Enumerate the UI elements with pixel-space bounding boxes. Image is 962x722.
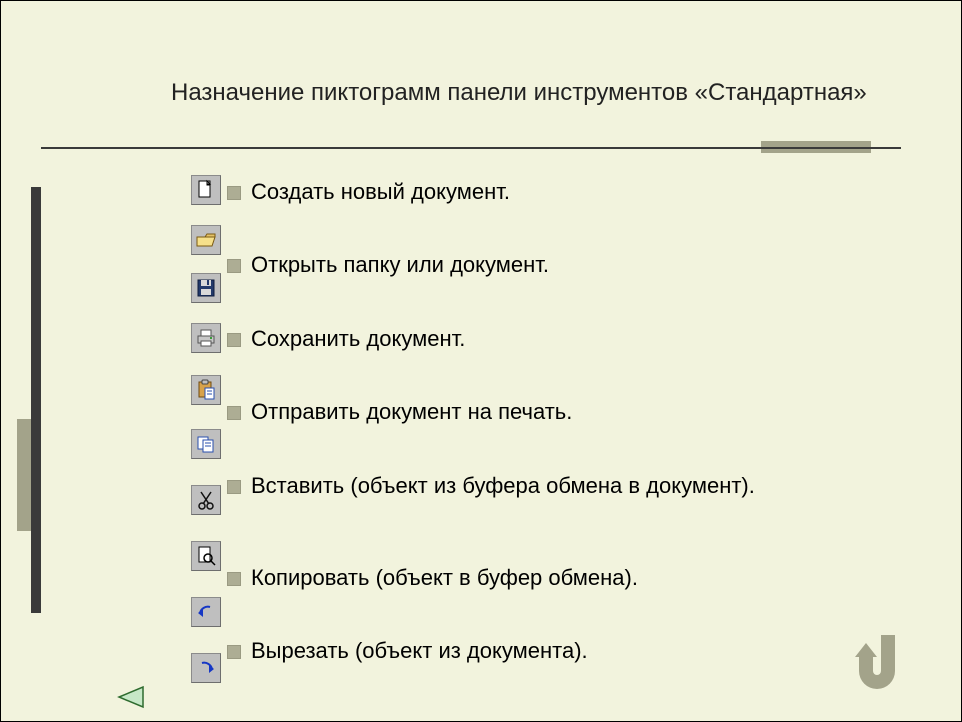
horizontal-rule (41, 147, 901, 149)
open-folder-icon (191, 225, 221, 255)
slide: Назначение пиктограмм панели инструменто… (0, 0, 962, 722)
bullet (227, 259, 241, 273)
item-label: Вставить (объект из буфера обмена в доку… (251, 473, 755, 499)
vertical-accent-light (17, 419, 31, 531)
new-document-icon (191, 175, 221, 205)
bullet (227, 333, 241, 347)
item-label: Вырезать (объект из документа). (251, 638, 588, 664)
item-label: Копировать (объект в буфер обмена). (251, 565, 638, 591)
slide-title: Назначение пиктограмм панели инструменто… (171, 79, 867, 107)
print-preview-icon (191, 541, 221, 571)
item-label: Сохранить документ. (251, 326, 465, 352)
item-label: Отправить документ на печать. (251, 399, 572, 425)
bullet (227, 406, 241, 420)
copy-pages-icon (191, 429, 221, 459)
cut-scissors-icon (191, 485, 221, 515)
printer-icon (191, 323, 221, 353)
save-floppy-icon (191, 273, 221, 303)
bullet (227, 186, 241, 200)
nav-previous-button[interactable] (115, 685, 145, 709)
item-label: Создать новый документ. (251, 179, 510, 205)
undo-icon (191, 597, 221, 627)
bullet (227, 480, 241, 494)
bullet (227, 645, 241, 659)
nav-return-button[interactable] (841, 625, 919, 703)
paste-clipboard-icon (191, 375, 221, 405)
vertical-accent-dark (31, 187, 41, 613)
bullet (227, 572, 241, 586)
item-label: Открыть папку или документ. (251, 252, 549, 278)
redo-icon (191, 653, 221, 683)
